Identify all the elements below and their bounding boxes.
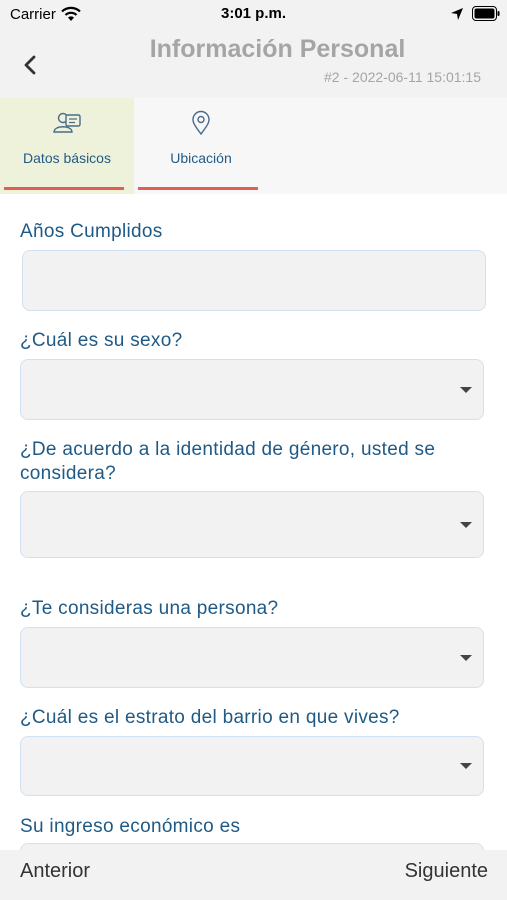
tab-underline [138,187,258,190]
tab-underline [4,187,124,190]
gender-identity-label-line1: ¿De acuerdo a la identidad de género, us… [20,439,436,460]
tab-ubicacion[interactable]: Ubicación [134,98,268,194]
sex-select[interactable] [20,359,484,420]
tab-label: Ubicación [170,150,232,166]
status-bar: Carrier 3:01 p.m. [0,0,507,30]
tab-label: Datos básicos [23,150,111,166]
age-label: Años Cumplidos [20,221,163,242]
income-label: Su ingreso económico es [20,816,241,837]
caret-down-icon [460,386,472,393]
person-type-label: ¿Te consideras una persona? [20,598,279,619]
location-arrow-icon [451,8,463,20]
tab-datos-basicos[interactable]: Datos básicos [0,98,134,194]
caret-down-icon [460,654,472,661]
stratum-select[interactable] [20,736,484,796]
age-input[interactable] [22,250,486,311]
battery-icon [472,6,500,21]
navigation-bar: Información Personal #2 - 2022-06-11 15:… [0,30,507,98]
caret-down-icon [460,521,472,528]
record-subtitle: #2 - 2022-06-11 15:01:15 [324,69,481,85]
gender-identity-label-line2: considera? [20,463,116,484]
stratum-label: ¿Cuál es el estrato del barrio en que vi… [20,707,400,728]
gender-identity-label: ¿De acuerdo a la identidad de género, us… [20,438,435,486]
previous-button[interactable]: Anterior [20,860,90,883]
gender-identity-select[interactable] [20,491,484,558]
caret-down-icon [460,763,472,769]
sex-label: ¿Cuál es su sexo? [20,330,183,351]
page-title: Información Personal [149,35,406,63]
bottom-navigation: Anterior Siguiente [0,850,507,900]
next-button[interactable]: Siguiente [405,860,488,883]
person-type-select[interactable] [20,627,484,688]
clock: 3:01 p.m. [220,5,287,22]
map-pin-icon [192,110,210,136]
tab-bar: Datos básicos Ubicación [0,98,507,194]
id-card-icon [53,112,81,133]
